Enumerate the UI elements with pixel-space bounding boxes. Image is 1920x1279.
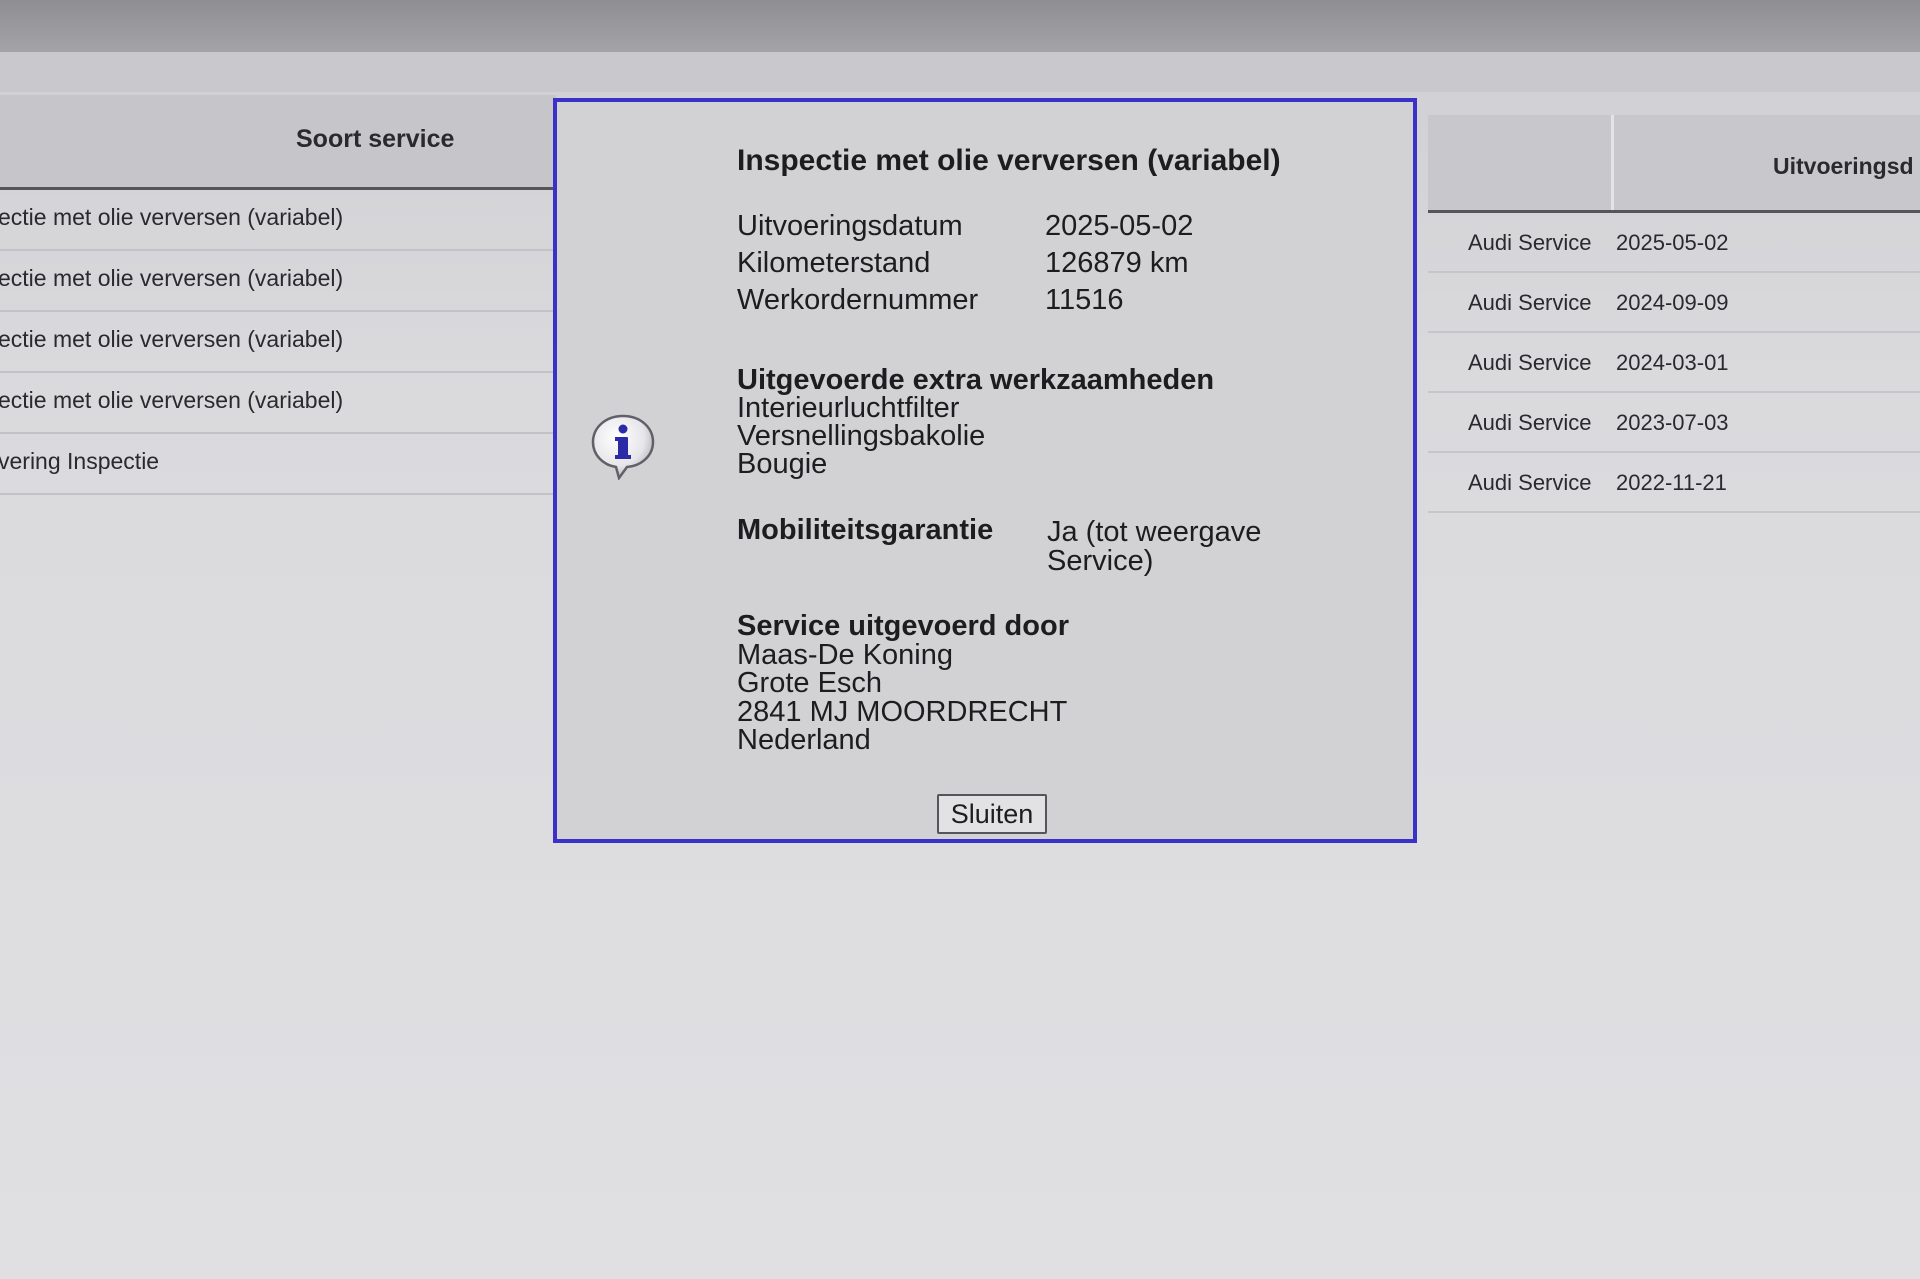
- table-row[interactable]: Audi Service 2025-05-02: [1428, 213, 1920, 273]
- service-date-cell: 2022-11-21: [1616, 470, 1727, 495]
- service-date-cell: 2024-09-09: [1616, 290, 1729, 315]
- mobility-guarantee-value: Ja (tot weergave Service): [1047, 518, 1307, 576]
- table-row[interactable]: ectie met olie verversen (variabel): [0, 312, 556, 373]
- table-row[interactable]: Audi Service 2023-07-03: [1428, 393, 1920, 453]
- performed-by-line: Nederland: [737, 724, 871, 756]
- service-type-cell: vering Inspectie: [0, 448, 160, 474]
- detail-row-mileage: Kilometerstand 126879 km: [737, 247, 1189, 280]
- detail-value: 126879 km: [1045, 247, 1189, 279]
- table-row[interactable]: Audi Service 2024-09-09: [1428, 273, 1920, 333]
- table-row[interactable]: ectie met olie verversen (variabel): [0, 190, 556, 251]
- detail-row-workorder: Werkordernummer 11516: [737, 284, 1124, 317]
- service-kind-cell: Audi Service: [1468, 290, 1592, 315]
- detail-value: 11516: [1045, 284, 1124, 316]
- table-row[interactable]: Audi Service 2024-03-01: [1428, 333, 1920, 393]
- table-row[interactable]: Audi Service 2022-11-21: [1428, 453, 1920, 513]
- column-header-label: Uitvoeringsd: [1773, 153, 1914, 179]
- service-kind-cell: Audi Service: [1468, 230, 1592, 255]
- extra-work-item: Bougie: [737, 448, 828, 480]
- screen: Soort service ectie met olie verversen (…: [0, 0, 1920, 1279]
- mobility-value-line: Ja (tot weergave: [1047, 516, 1262, 548]
- service-date-cell: 2024-03-01: [1616, 350, 1729, 375]
- service-kind-cell: Audi Service: [1468, 410, 1592, 435]
- service-date-cell: 2023-07-03: [1616, 410, 1729, 435]
- info-speech-bubble-icon: [589, 412, 657, 481]
- detail-label: Uitvoeringsdatum: [737, 210, 963, 242]
- service-date-columns: Uitvoeringsd Audi Service 2025-05-02 Aud…: [1428, 115, 1920, 513]
- mobility-guarantee-label: Mobiliteitsgarantie: [737, 514, 994, 546]
- service-type-cell: ectie met olie verversen (variabel): [0, 326, 344, 352]
- service-type-column: Soort service ectie met olie verversen (…: [0, 95, 556, 495]
- detail-label: Kilometerstand: [737, 247, 931, 279]
- service-kind-cell: Audi Service: [1468, 470, 1592, 495]
- table-row[interactable]: ectie met olie verversen (variabel): [0, 373, 556, 434]
- service-detail-dialog: Inspectie met olie verversen (variabel) …: [553, 98, 1417, 843]
- close-button[interactable]: Sluiten: [937, 794, 1047, 834]
- detail-row-date: Uitvoeringsdatum 2025-05-02: [737, 210, 1193, 243]
- service-date-cell: 2025-05-02: [1616, 230, 1729, 255]
- service-kind-cell: Audi Service: [1468, 350, 1592, 375]
- toolbar-strip: [0, 52, 1920, 92]
- column-header-label: Soort service: [296, 125, 455, 153]
- service-type-cell: ectie met olie verversen (variabel): [0, 204, 344, 230]
- table-row[interactable]: ectie met olie verversen (variabel): [0, 251, 556, 312]
- detail-value: 2025-05-02: [1045, 210, 1194, 242]
- detail-label: Werkordernummer: [737, 284, 979, 316]
- service-type-cell: ectie met olie verversen (variabel): [0, 387, 344, 413]
- mobility-value-line: Service): [1047, 545, 1154, 577]
- column-separator: [1611, 115, 1614, 210]
- service-type-cell: ectie met olie verversen (variabel): [0, 265, 344, 291]
- column-header: Uitvoeringsd: [1428, 115, 1920, 213]
- table-row[interactable]: vering Inspectie: [0, 434, 556, 495]
- column-header: Soort service: [0, 95, 556, 190]
- dialog-title: Inspectie met olie verversen (variabel): [737, 144, 1281, 177]
- browser-top-bar: [0, 0, 1920, 54]
